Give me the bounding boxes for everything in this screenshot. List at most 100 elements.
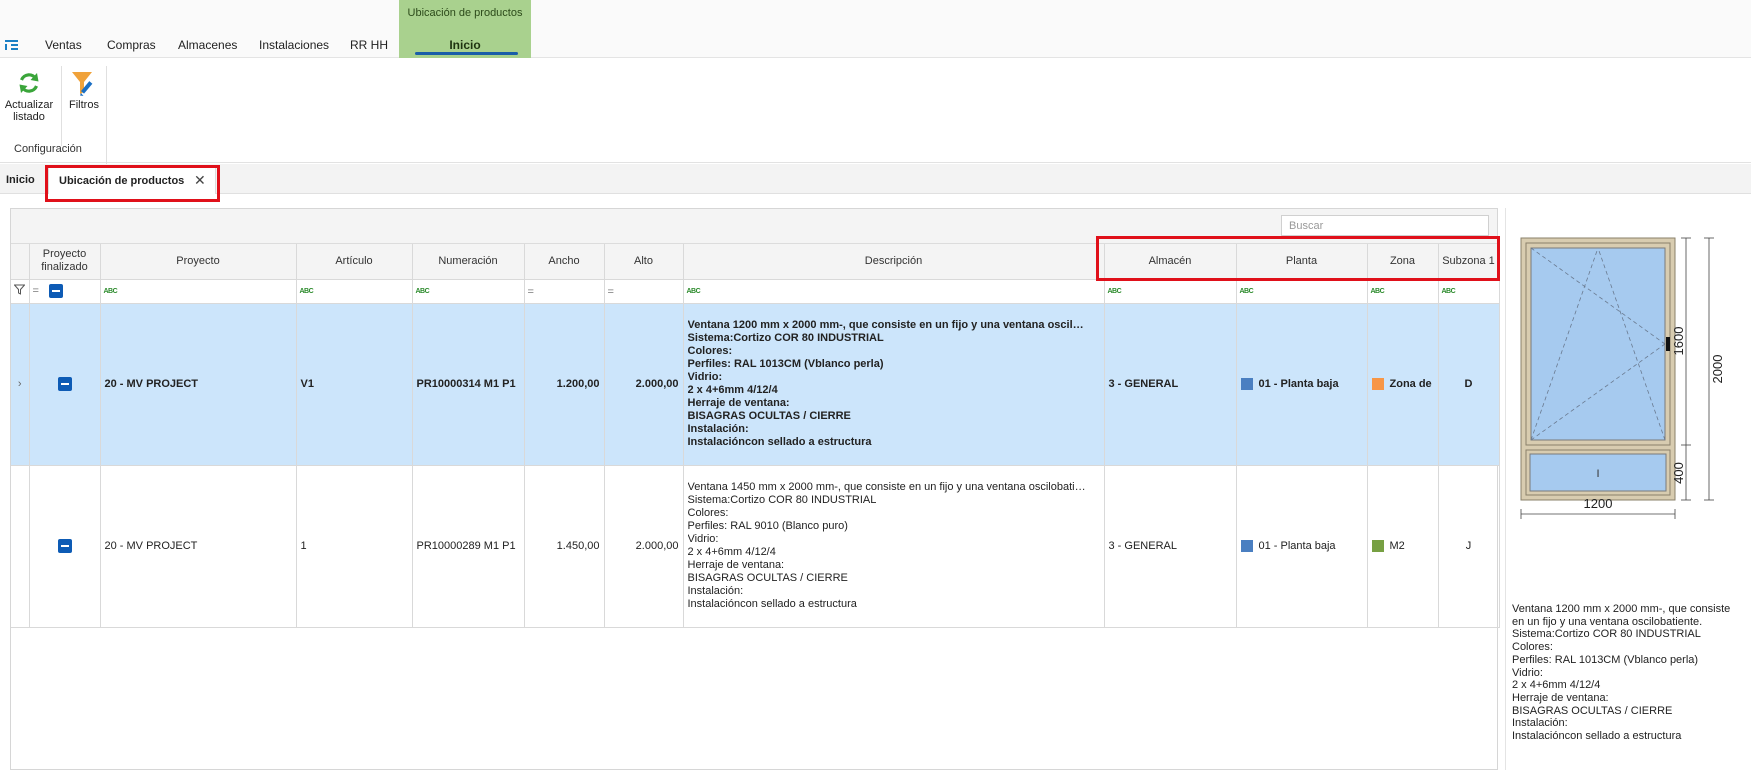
close-icon[interactable]: ✕ (194, 173, 206, 187)
finalizado-checkbox[interactable] (57, 377, 72, 391)
equals-icon: = (607, 285, 614, 298)
refresh-list-button[interactable]: Actualizar listado (3, 70, 55, 123)
filter-numeracion[interactable]: ABC (412, 279, 525, 304)
proyecto-cell: 20 - MV PROJECT (100, 465, 297, 628)
ancho-cell: 1.450,00 (524, 465, 605, 628)
col-header-finalizado[interactable]: Proyecto finalizado (29, 244, 101, 280)
col-header-numeracion[interactable]: Numeración (412, 244, 525, 280)
filter-almacen[interactable]: ABC (1104, 279, 1237, 304)
text-filter-icon: ABC (1441, 287, 1456, 295)
filters-label: Filtros (69, 99, 99, 111)
zona-color-swatch (1371, 540, 1384, 553)
svg-text:I: I (1596, 468, 1599, 480)
equals-icon: = (527, 285, 534, 298)
app-menu-icon[interactable] (4, 37, 20, 53)
context-group-title: Ubicación de productos (407, 7, 523, 19)
refresh-label-line2: listado (13, 111, 45, 123)
finalizado-cell[interactable] (29, 303, 101, 466)
window-drawing: I 1200 1600 400 2000 (1520, 237, 1725, 519)
doc-tab-ubicacion[interactable]: Ubicación de productos ✕ (48, 167, 216, 194)
dimension-height-bottom: 400 (1671, 462, 1686, 484)
col-header-zona[interactable]: Zona (1367, 244, 1439, 280)
search-input[interactable] (1281, 215, 1489, 236)
refresh-icon (19, 73, 39, 93)
equals-icon: = (32, 285, 39, 298)
window-handle-icon (1666, 337, 1670, 351)
subzona-cell: D (1438, 303, 1500, 466)
expand-column-header (11, 244, 30, 280)
planta-color-swatch (1240, 378, 1253, 391)
grid-toolbar (11, 209, 1497, 244)
window-glass-top (1530, 247, 1666, 441)
filter-proyecto[interactable]: ABC (100, 279, 297, 304)
document-tabs: Inicio Ubicación de productos ✕ (0, 164, 1751, 194)
doc-tab-inicio[interactable]: Inicio (6, 174, 35, 186)
col-header-articulo[interactable]: Artículo (296, 244, 413, 280)
filter-subzona[interactable]: ABC (1438, 279, 1500, 304)
filters-button[interactable]: Filtros (66, 70, 102, 111)
filter-articulo[interactable]: ABC (296, 279, 413, 304)
filter-zona[interactable]: ABC (1367, 279, 1439, 304)
planta-cell: 01 - Planta baja (1236, 465, 1368, 628)
menu-rrhh[interactable]: RR HH (350, 38, 388, 52)
menu-compras[interactable]: Compras (107, 38, 156, 52)
col-header-alto[interactable]: Alto (604, 244, 684, 280)
menu-instalaciones[interactable]: Instalaciones (259, 38, 329, 52)
header-row: Proyecto finalizado Proyecto Artículo Num… (11, 244, 1500, 280)
dimension-width: 1200 (1584, 496, 1613, 511)
zona-color-swatch (1371, 378, 1384, 391)
finalizado-checkbox[interactable] (57, 539, 72, 553)
proyecto-cell: 20 - MV PROJECT (100, 303, 297, 466)
row-expander-cell (11, 465, 30, 628)
dimension-height-top: 1600 (1671, 327, 1686, 356)
menu-almacenes[interactable]: Almacenes (178, 38, 237, 52)
tab-inicio[interactable]: Inicio (399, 38, 531, 52)
col-header-subzona[interactable]: Subzona 1 (1438, 244, 1500, 280)
products-grid-panel: Proyectofinalizado Proyecto Artículo Num… (10, 208, 1500, 770)
ribbon-separator (61, 66, 62, 146)
products-table: Proyecto finalizado Proyecto Artículo Num… (11, 244, 1500, 628)
text-filter-icon: ABC (1107, 287, 1122, 295)
text-filter-icon: ABC (1370, 287, 1385, 295)
filter-row: = ABC ABC ABC = = ABC ABC ABC ABC ABC (11, 279, 1500, 304)
almacen-cell: 3 - GENERAL (1104, 303, 1237, 466)
filter-finalizado[interactable]: = (29, 279, 101, 304)
col-header-descripcion[interactable]: Descripción (683, 244, 1105, 280)
descripcion-cell: Ventana 1450 mm x 2000 mm-, que consiste… (683, 465, 1105, 628)
alto-cell: 2.000,00 (604, 303, 684, 466)
filter-ancho[interactable]: = (524, 279, 605, 304)
dimension-height-total: 2000 (1710, 355, 1725, 384)
articulo-cell: V1 (296, 303, 413, 466)
text-filter-icon: ABC (1239, 287, 1254, 295)
menu-ventas[interactable]: Ventas (45, 38, 82, 52)
planta-cell: 01 - Planta baja (1236, 303, 1368, 466)
descripcion-cell: Ventana 1200 mm x 2000 mm-, que consiste… (683, 303, 1105, 466)
articulo-cell: 1 (296, 465, 413, 628)
table-row[interactable]: 20 - MV PROJECT 1 PR10000289 M1 P1 1.450… (11, 465, 1500, 628)
refresh-label-line1: Actualizar (4, 99, 54, 111)
product-preview-panel: I 1200 1600 400 2000 Ventana 1200 mm x 2… (1505, 208, 1751, 770)
planta-color-swatch (1240, 540, 1253, 553)
filter-planta[interactable]: ABC (1236, 279, 1368, 304)
row-expander-icon[interactable]: › (11, 303, 30, 466)
text-filter-icon: ABC (415, 287, 430, 295)
numeracion-cell: PR10000314 M1 P1 (412, 303, 525, 466)
ribbon-group-configuracion: Configuración (14, 143, 82, 155)
col-header-proyecto[interactable]: Proyecto (100, 244, 297, 280)
almacen-cell: 3 - GENERAL (1104, 465, 1237, 628)
col-header-ancho[interactable]: Ancho (524, 244, 605, 280)
alto-cell: 2.000,00 (604, 465, 684, 628)
context-tab-group: Ubicación de productos Inicio (399, 0, 531, 58)
filter-descripcion[interactable]: ABC (683, 279, 1105, 304)
active-tab-indicator (415, 52, 518, 55)
filter-alto[interactable]: = (604, 279, 684, 304)
numeracion-cell: PR10000289 M1 P1 (412, 465, 525, 628)
filter-icon[interactable] (11, 279, 30, 304)
col-header-almacen[interactable]: Almacén (1104, 244, 1237, 280)
filter-checkbox[interactable] (48, 284, 63, 299)
finalizado-cell[interactable] (29, 465, 101, 628)
col-header-planta[interactable]: Planta (1236, 244, 1368, 280)
preview-description: Ventana 1200 mm x 2000 mm-, que consiste… (1512, 603, 1731, 743)
top-menu-bar: Ventas Compras Almacenes Instalaciones R… (0, 0, 1751, 58)
table-row[interactable]: › 20 - MV PROJECT V1 PR10000314 M1 P1 1.… (11, 303, 1500, 466)
